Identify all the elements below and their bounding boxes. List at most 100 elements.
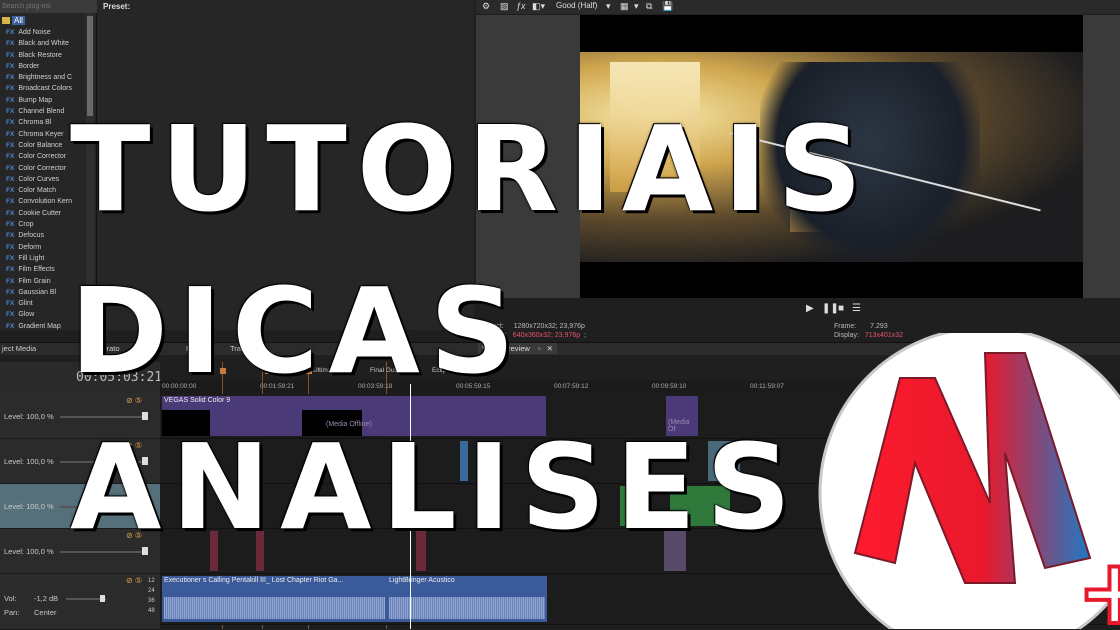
plugin-name: Black Restore bbox=[18, 51, 62, 59]
fx-icon: FX bbox=[6, 322, 15, 330]
pan-label: Pan: bbox=[4, 608, 20, 617]
split-screen-icon[interactable]: ▨ bbox=[500, 1, 509, 12]
fx-icon: FX bbox=[6, 108, 15, 116]
fx-icon: FX bbox=[6, 153, 15, 161]
volume-value: -1,2 dB bbox=[34, 594, 59, 603]
plugin-name: Chroma Bl bbox=[18, 119, 52, 127]
plugin-list-item[interactable]: FX Deform bbox=[6, 242, 88, 253]
audio-waveform bbox=[164, 597, 385, 619]
fx-icon: FX bbox=[6, 209, 15, 217]
fx-icon: FX bbox=[6, 29, 15, 36]
fx-icon: FX bbox=[6, 311, 15, 319]
pan-value: Center bbox=[34, 608, 57, 617]
plugin-name: Color Match bbox=[18, 187, 57, 195]
display-mode-icon[interactable]: ◧▾ bbox=[532, 1, 545, 12]
audio-clip[interactable]: LightBringer Acustico bbox=[387, 576, 547, 622]
plugin-name: Bump Map bbox=[18, 96, 53, 104]
plugin-name: Glow bbox=[18, 311, 35, 319]
plugin-name: Cookie Cutter bbox=[18, 209, 62, 217]
fx-icon: FX bbox=[6, 51, 15, 59]
plugin-name: Border bbox=[18, 62, 40, 70]
chevron-down-icon[interactable]: ▾ bbox=[634, 1, 639, 12]
overlay-title-dicas: DICAS bbox=[70, 262, 525, 400]
plugin-list-item[interactable]: FX Black and White bbox=[6, 38, 88, 49]
meter-label: 48 bbox=[148, 608, 155, 614]
plugin-name: Gaussian Bl bbox=[18, 288, 57, 296]
fx-icon: FX bbox=[6, 221, 15, 229]
meter-label: 12 bbox=[148, 578, 155, 584]
fx-icon: FX bbox=[6, 277, 15, 285]
plugin-list-item[interactable]: FX Border bbox=[6, 61, 88, 72]
transport-bar: ▶ ❚❚ ■ ☰ bbox=[476, 300, 1120, 318]
audio-track-header[interactable]: ⊘ ⑤ Vol: -1,2 dB Pan: Center 12 24 36 48 bbox=[0, 574, 160, 630]
plugin-tree-root[interactable]: All bbox=[2, 16, 25, 26]
overlay-title-analises: ANALISES bbox=[70, 418, 802, 556]
plugin-name: Color Corrector bbox=[18, 164, 67, 172]
plugin-name: Film Grain bbox=[18, 277, 51, 285]
fx-icon: FX bbox=[6, 266, 15, 274]
menu-icon[interactable]: ☰ bbox=[852, 303, 861, 314]
track-level: Level: 100,0 % bbox=[4, 457, 54, 466]
pause-icon[interactable]: ❚❚ bbox=[822, 303, 839, 314]
meter-label: 36 bbox=[148, 598, 155, 604]
frame-label: Frame: bbox=[834, 323, 857, 330]
fx-icon: FX bbox=[6, 243, 15, 251]
plugin-name: Deform bbox=[18, 243, 42, 251]
meter-label: 24 bbox=[148, 588, 155, 594]
fx-icon: FX bbox=[6, 141, 15, 149]
audio-waveform bbox=[389, 597, 545, 619]
plugin-list-item[interactable]: FX Add Noise bbox=[6, 27, 88, 38]
preview-toolbar: ⚙ ▨ ƒx ◧▾ Good (Half) ▾ ▦ ▾ ⧉ 💾 bbox=[476, 0, 1120, 14]
fx-icon[interactable]: ƒx bbox=[516, 1, 526, 11]
plugin-name: Black and White bbox=[18, 40, 69, 48]
plugin-list-item[interactable]: FX Brightness and C bbox=[6, 72, 88, 83]
save-snapshot-icon[interactable]: 💾 bbox=[662, 1, 673, 12]
plugin-search-input[interactable] bbox=[0, 0, 98, 13]
plugin-list-item[interactable]: FX Black Restore bbox=[6, 50, 88, 61]
fx-icon: FX bbox=[6, 232, 15, 240]
plugin-name: Add Noise bbox=[18, 29, 51, 36]
clip-title: LightBringer Acustico bbox=[389, 577, 455, 584]
preset-label: Preset: bbox=[103, 2, 131, 11]
plugin-tree-root-label: All bbox=[12, 16, 25, 25]
track-level: Level: 100,0 % bbox=[4, 412, 54, 421]
plugin-list-item[interactable]: FX Broadcast Colors bbox=[6, 83, 88, 94]
plugin-name: Film Effects bbox=[18, 266, 55, 274]
grid-icon[interactable]: ▦ bbox=[620, 1, 629, 12]
fx-icon: FX bbox=[6, 288, 15, 296]
copy-snapshot-icon[interactable]: ⧉ bbox=[646, 1, 652, 12]
plugin-name: Glint bbox=[18, 300, 33, 308]
track-level: Level: 100,0 % bbox=[4, 547, 54, 556]
plugin-name: Gradient Map bbox=[18, 322, 61, 330]
ruler-tick: 00:07:59:12 bbox=[554, 383, 589, 390]
audio-clip[interactable]: Executioner s Calling Pentakill III_ Los… bbox=[162, 576, 387, 622]
stop-icon[interactable]: ■ bbox=[838, 303, 844, 314]
fx-icon: FX bbox=[6, 85, 15, 93]
folder-icon bbox=[2, 17, 10, 24]
play-icon[interactable]: ▶ bbox=[806, 303, 814, 314]
maximize-icon[interactable]: ▫ bbox=[538, 344, 541, 353]
volume-label: Vol: bbox=[4, 594, 17, 603]
ruler-tick: 00:09:59:10 bbox=[652, 383, 687, 390]
fx-icon: FX bbox=[6, 198, 15, 206]
plugin-name: Brightness and C bbox=[18, 74, 73, 82]
plugin-name: Defocus bbox=[18, 232, 44, 240]
plugin-name: Channel Blend bbox=[18, 108, 65, 116]
plugin-name: Broadcast Colors bbox=[18, 85, 73, 93]
fx-icon: FX bbox=[6, 300, 15, 308]
preview-quality-select[interactable]: Good (Half) bbox=[556, 1, 597, 10]
volume-slider-knob[interactable] bbox=[100, 595, 105, 602]
fx-icon: FX bbox=[6, 62, 15, 70]
track-mute-icon[interactable]: ⊘ ⑤ bbox=[126, 576, 142, 585]
ruler-tick: 00:11:59:07 bbox=[750, 383, 784, 390]
chevron-down-icon[interactable]: ▾ bbox=[606, 1, 611, 12]
fx-icon: FX bbox=[6, 164, 15, 172]
channel-logo: + bbox=[818, 333, 1120, 629]
fx-icon: FX bbox=[6, 130, 15, 138]
plugin-name: Chroma Keyer bbox=[18, 130, 64, 138]
fx-icon: FX bbox=[6, 96, 15, 104]
plugin-name: Fill Light bbox=[18, 254, 45, 262]
tab-project-media[interactable]: ject Media bbox=[2, 344, 36, 353]
gear-icon[interactable]: ⚙ bbox=[482, 1, 490, 12]
close-icon[interactable]: ✕ bbox=[547, 344, 553, 353]
